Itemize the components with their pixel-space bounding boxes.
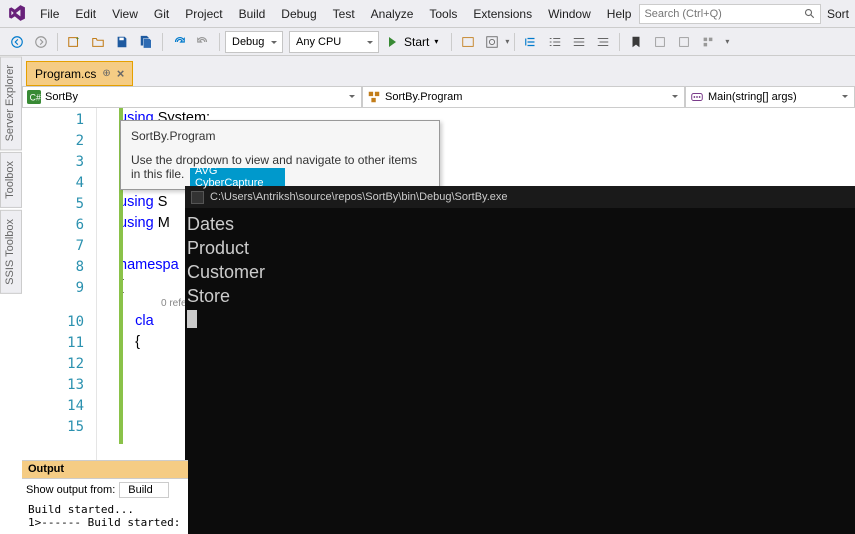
right-label: Sort	[827, 7, 849, 21]
toolbar-button-7[interactable]	[649, 31, 671, 53]
search-icon	[804, 8, 816, 20]
toolbar-button-2[interactable]	[481, 31, 503, 53]
vtab-ssis-toolbox[interactable]: SSIS Toolbox	[0, 210, 22, 294]
console-icon	[191, 191, 204, 204]
platform-dropdown[interactable]: Any CPU	[289, 31, 379, 53]
toolbar-button-5[interactable]	[568, 31, 590, 53]
vs-logo-icon	[8, 4, 26, 24]
output-source-dropdown[interactable]: Build	[119, 482, 169, 498]
toolbar-button-6[interactable]	[592, 31, 614, 53]
open-button[interactable]	[87, 31, 109, 53]
svg-text:+: +	[76, 36, 80, 43]
menu-help[interactable]: Help	[599, 3, 640, 25]
config-dropdown[interactable]: Debug	[225, 31, 283, 53]
toolbar-button-3[interactable]	[520, 31, 542, 53]
new-project-button[interactable]: +	[63, 31, 85, 53]
menu-debug[interactable]: Debug	[273, 3, 324, 25]
nav-class-dropdown[interactable]: SortBy.Program	[362, 86, 685, 108]
search-field[interactable]	[644, 8, 804, 20]
output-show-label: Show output from:	[26, 484, 115, 496]
menu-window[interactable]: Window	[540, 3, 599, 25]
menu-tools[interactable]: Tools	[421, 3, 465, 25]
toolbar-button-8[interactable]	[673, 31, 695, 53]
vtab-server-explorer[interactable]: Server Explorer	[0, 56, 22, 150]
csharp-icon: C#	[27, 90, 41, 104]
class-icon	[367, 90, 381, 104]
save-all-button[interactable]	[135, 31, 157, 53]
save-button[interactable]	[111, 31, 133, 53]
console-titlebar[interactable]: C:\Users\Antriksh\source\repos\SortBy\bi…	[185, 186, 855, 208]
menu-extensions[interactable]: Extensions	[465, 3, 540, 25]
close-icon[interactable]: ×	[117, 66, 125, 81]
start-button[interactable]: Start ▾	[381, 31, 446, 53]
output-panel: Output Show output from: Build Build sta…	[22, 460, 188, 534]
nav-member-dropdown[interactable]: Main(string[] args)	[685, 86, 855, 108]
toolbar-button-1[interactable]	[457, 31, 479, 53]
search-input[interactable]	[639, 4, 821, 24]
toolbar-button-4[interactable]	[544, 31, 566, 53]
menu-view[interactable]: View	[104, 3, 146, 25]
pin-icon[interactable]: ⊕	[102, 68, 110, 79]
svg-text:C#: C#	[30, 93, 41, 103]
menu-analyze[interactable]: Analyze	[363, 3, 422, 25]
menu-file[interactable]: File	[32, 3, 67, 25]
menu-git[interactable]: Git	[146, 3, 177, 25]
doc-tab-program[interactable]: Program.cs ⊕ ×	[26, 61, 133, 86]
console-window[interactable]: C:\Users\Antriksh\source\repos\SortBy\bi…	[185, 186, 855, 534]
back-button[interactable]	[6, 31, 28, 53]
menu-build[interactable]: Build	[231, 3, 274, 25]
forward-button[interactable]	[30, 31, 52, 53]
play-icon	[389, 37, 401, 47]
undo-button[interactable]	[168, 31, 190, 53]
redo-button[interactable]	[192, 31, 214, 53]
menu-project[interactable]: Project	[177, 3, 230, 25]
menu-test[interactable]: Test	[325, 3, 363, 25]
doc-tab-bar: Program.cs ⊕ ×	[22, 56, 855, 86]
toolbar-button-9[interactable]	[697, 31, 719, 53]
nav-project-dropdown[interactable]: C# SortBy	[22, 86, 362, 108]
toolbar: + Debug Any CPU Start ▾ ▾ ▾	[0, 28, 855, 56]
avg-banner: AVG CyberCapture	[190, 168, 285, 186]
output-title[interactable]: Output	[22, 461, 188, 479]
vtab-toolbox[interactable]: Toolbox	[0, 152, 22, 208]
method-icon	[690, 90, 704, 104]
nav-bar: C# SortBy SortBy.Program Main(string[] a…	[22, 86, 855, 108]
menu-edit[interactable]: Edit	[67, 3, 104, 25]
output-toolbar: Show output from: Build	[22, 479, 188, 501]
bookmark-icon[interactable]	[625, 31, 647, 53]
console-output: Dates Product Customer Store	[185, 208, 855, 336]
menu-bar: File Edit View Git Project Build Debug T…	[0, 0, 855, 28]
line-gutter: 1 2 3 4 5 6 7 8 9 10 11 12 13 14 15	[22, 108, 97, 460]
cursor	[187, 310, 197, 328]
sidebar-tabs: Server Explorer Toolbox SSIS Toolbox	[0, 56, 22, 296]
output-text: Build started... 1>------ Build started:…	[22, 501, 188, 531]
